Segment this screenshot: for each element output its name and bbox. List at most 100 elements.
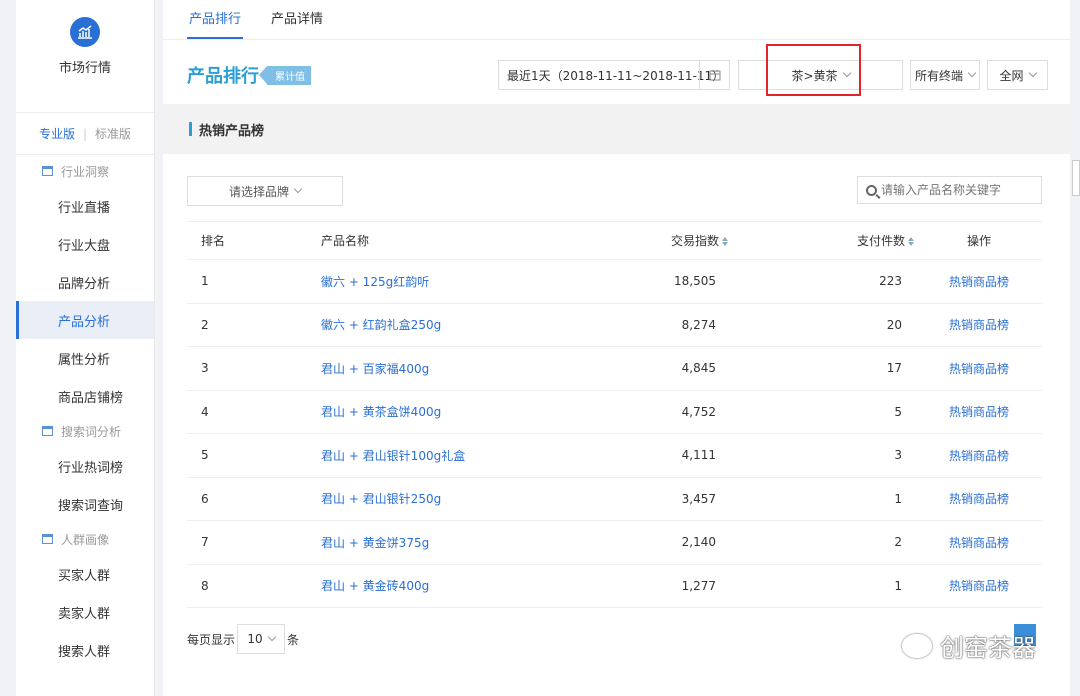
app-logo-area: 市场行情 (16, 17, 154, 113)
cell-pay-count: 5 (736, 390, 916, 434)
cell-trade-index: 4,111 (561, 433, 736, 478)
nav-group-industry: 行业洞察 (16, 155, 154, 187)
col-trade-index-label: 交易指数 (670, 234, 719, 248)
cell-product-name[interactable]: 君山 + 百家福400g (321, 346, 561, 391)
brand-select[interactable]: 请选择品牌 (187, 176, 343, 206)
cell-rank: 6 (187, 477, 321, 521)
sidebar-item-industry-live[interactable]: 行业直播 (16, 187, 154, 225)
cell-hot-goods-link[interactable]: 热销商品榜 (916, 564, 1042, 608)
app-title: 市场行情 (58, 61, 111, 76)
cumulative-badge: 累计值 (259, 66, 311, 85)
market-chart-icon (70, 17, 100, 47)
col-rank: 排名 (187, 221, 321, 260)
nav-group-persona: 人群画像 (16, 523, 154, 555)
chevron-down-icon (293, 184, 303, 194)
cell-rank: 4 (187, 390, 321, 434)
calendar-icon[interactable] (699, 61, 729, 89)
page-size-select[interactable]: 10 (237, 624, 286, 654)
sidebar-item-brand-analysis[interactable]: 品牌分析 (16, 263, 154, 301)
col-pay-count[interactable]: 支付件数 (736, 221, 916, 260)
cell-hot-goods-link[interactable]: 热销商品榜 (916, 303, 1042, 347)
nav-group-search: 搜索词分析 (16, 415, 154, 447)
cell-hot-goods-link[interactable]: 热销商品榜 (916, 520, 1042, 565)
cell-product-name[interactable]: 君山 + 君山银针100g礼盒 (321, 433, 561, 478)
side-scroll-handle[interactable] (1072, 160, 1080, 196)
sidebar-item-hot-words[interactable]: 行业热词榜 (16, 447, 154, 485)
version-standard[interactable]: 标准版 (95, 125, 131, 142)
sidebar-item-industry-overview[interactable]: 行业大盘 (16, 225, 154, 263)
col-pay-count-label: 支付件数 (856, 234, 905, 248)
sidebar-item-searchers[interactable]: 搜索人群 (16, 631, 154, 669)
version-switch: 专业版 | 标准版 (16, 113, 154, 155)
sidebar: 市场行情 专业版 | 标准版 行业洞察 行业直播 行业大盘 品牌分析 产品分析 … (16, 0, 155, 696)
category-value: 茶>黄茶 (791, 68, 838, 83)
sidebar-item-attribute-analysis[interactable]: 属性分析 (16, 339, 154, 377)
table-row: 2 徽六 + 红韵礼盒250g 8,274 20 热销商品榜 (187, 303, 1042, 347)
cell-trade-index: 8,274 (561, 303, 736, 347)
sidebar-item-shop-ranking[interactable]: 商品店铺榜 (16, 377, 154, 415)
cell-product-name[interactable]: 君山 + 黄金饼375g (321, 520, 561, 565)
cell-pay-count: 1 (736, 564, 916, 608)
tab-bar: 产品排行 产品详情 (163, 0, 1070, 40)
table-row: 3 君山 + 百家福400g 4,845 17 热销商品榜 (187, 346, 1042, 391)
product-search[interactable] (857, 176, 1042, 204)
sidebar-item-product-analysis[interactable]: 产品分析 (16, 301, 154, 339)
search-input[interactable] (881, 183, 1031, 197)
col-trade-index[interactable]: 交易指数 (561, 221, 736, 260)
cell-product-name[interactable]: 君山 + 黄金砖400g (321, 564, 561, 608)
cell-product-name[interactable]: 君山 + 君山银针250g (321, 477, 561, 521)
page-size-prefix: 每页显示 (187, 632, 236, 647)
version-pro[interactable]: 专业版 (39, 125, 75, 142)
tab-product-detail[interactable]: 产品详情 (269, 8, 325, 39)
title-row: 产品排行 累计值 最近1天（2018-11-11~2018-11-11） 茶>黄… (163, 40, 1070, 104)
brand-placeholder: 请选择品牌 (228, 184, 289, 199)
chevron-down-icon (967, 68, 977, 78)
cell-trade-index: 4,845 (561, 346, 736, 391)
cell-rank: 8 (187, 564, 321, 608)
cell-product-name[interactable]: 君山 + 黄茶盒饼400g (321, 390, 561, 434)
building-icon (42, 534, 53, 544)
cell-pay-count: 3 (736, 433, 916, 478)
page-size-value: 10 (247, 632, 263, 646)
cell-hot-goods-link[interactable]: 热销商品榜 (916, 477, 1042, 521)
col-product-name: 产品名称 (321, 221, 561, 260)
tab-product-ranking[interactable]: 产品排行 (187, 8, 244, 39)
cell-pay-count: 2 (736, 520, 916, 565)
nav-group-label: 行业洞察 (61, 164, 110, 179)
ranking-table: 排名 产品名称 交易指数 支付件数 操作 1 徽六 + 125g红韵听 18,505… (187, 221, 1042, 608)
cell-hot-goods-link[interactable]: 热销商品榜 (916, 346, 1042, 391)
cell-product-name[interactable]: 徽六 + 红韵礼盒250g (321, 303, 561, 347)
table-row: 7 君山 + 黄金饼375g 2,140 2 热销商品榜 (187, 520, 1042, 565)
sort-icon[interactable] (722, 237, 728, 246)
cell-hot-goods-link[interactable]: 热销商品榜 (916, 433, 1042, 478)
cell-product-name[interactable]: 徽六 + 125g红韵听 (321, 259, 561, 304)
wechat-icon (902, 633, 932, 658)
sidebar-item-word-query[interactable]: 搜索词查询 (16, 485, 154, 523)
category-select[interactable]: 茶>黄茶 (738, 60, 903, 90)
cell-hot-goods-link[interactable]: 热销商品榜 (916, 390, 1042, 434)
table-row: 6 君山 + 君山银针250g 3,457 1 热销商品榜 (187, 477, 1042, 521)
cell-rank: 1 (187, 259, 321, 304)
date-range-picker[interactable]: 最近1天（2018-11-11~2018-11-11） (498, 60, 730, 90)
sidebar-item-sellers[interactable]: 卖家人群 (16, 593, 154, 631)
cell-hot-goods-link[interactable]: 热销商品榜 (916, 259, 1042, 304)
terminal-select[interactable]: 所有终端 (910, 60, 980, 90)
watermark: 创窑茶器 (902, 628, 1036, 663)
table-row: 1 徽六 + 125g红韵听 18,505 223 热销商品榜 (187, 259, 1042, 304)
sidebar-item-buyers[interactable]: 买家人群 (16, 555, 154, 593)
ranking-content: 请选择品牌 排名 产品名称 交易指数 支付件数 操作 1徽六 + 125g红韵听… (163, 154, 1070, 696)
section-header: 热销产品榜 (163, 104, 1070, 154)
cell-trade-index: 18,505 (561, 259, 736, 304)
cell-pay-count: 1 (736, 477, 916, 521)
col-operation: 操作 (916, 221, 1042, 260)
cell-rank: 7 (187, 520, 321, 565)
page-size-suffix: 条 (287, 632, 300, 647)
cell-rank: 5 (187, 433, 321, 478)
table-row: 5 君山 + 君山银针100g礼盒 4,111 3 热销商品榜 (187, 433, 1042, 478)
sort-icon[interactable] (908, 237, 914, 246)
building-icon (42, 426, 53, 436)
network-select[interactable]: 全网 (987, 60, 1048, 90)
table-row: 8 君山 + 黄金砖400g 1,277 1 热销商品榜 (187, 564, 1042, 608)
table-row: 4 君山 + 黄茶盒饼400g 4,752 5 热销商品榜 (187, 390, 1042, 434)
network-value: 全网 (999, 68, 1024, 83)
